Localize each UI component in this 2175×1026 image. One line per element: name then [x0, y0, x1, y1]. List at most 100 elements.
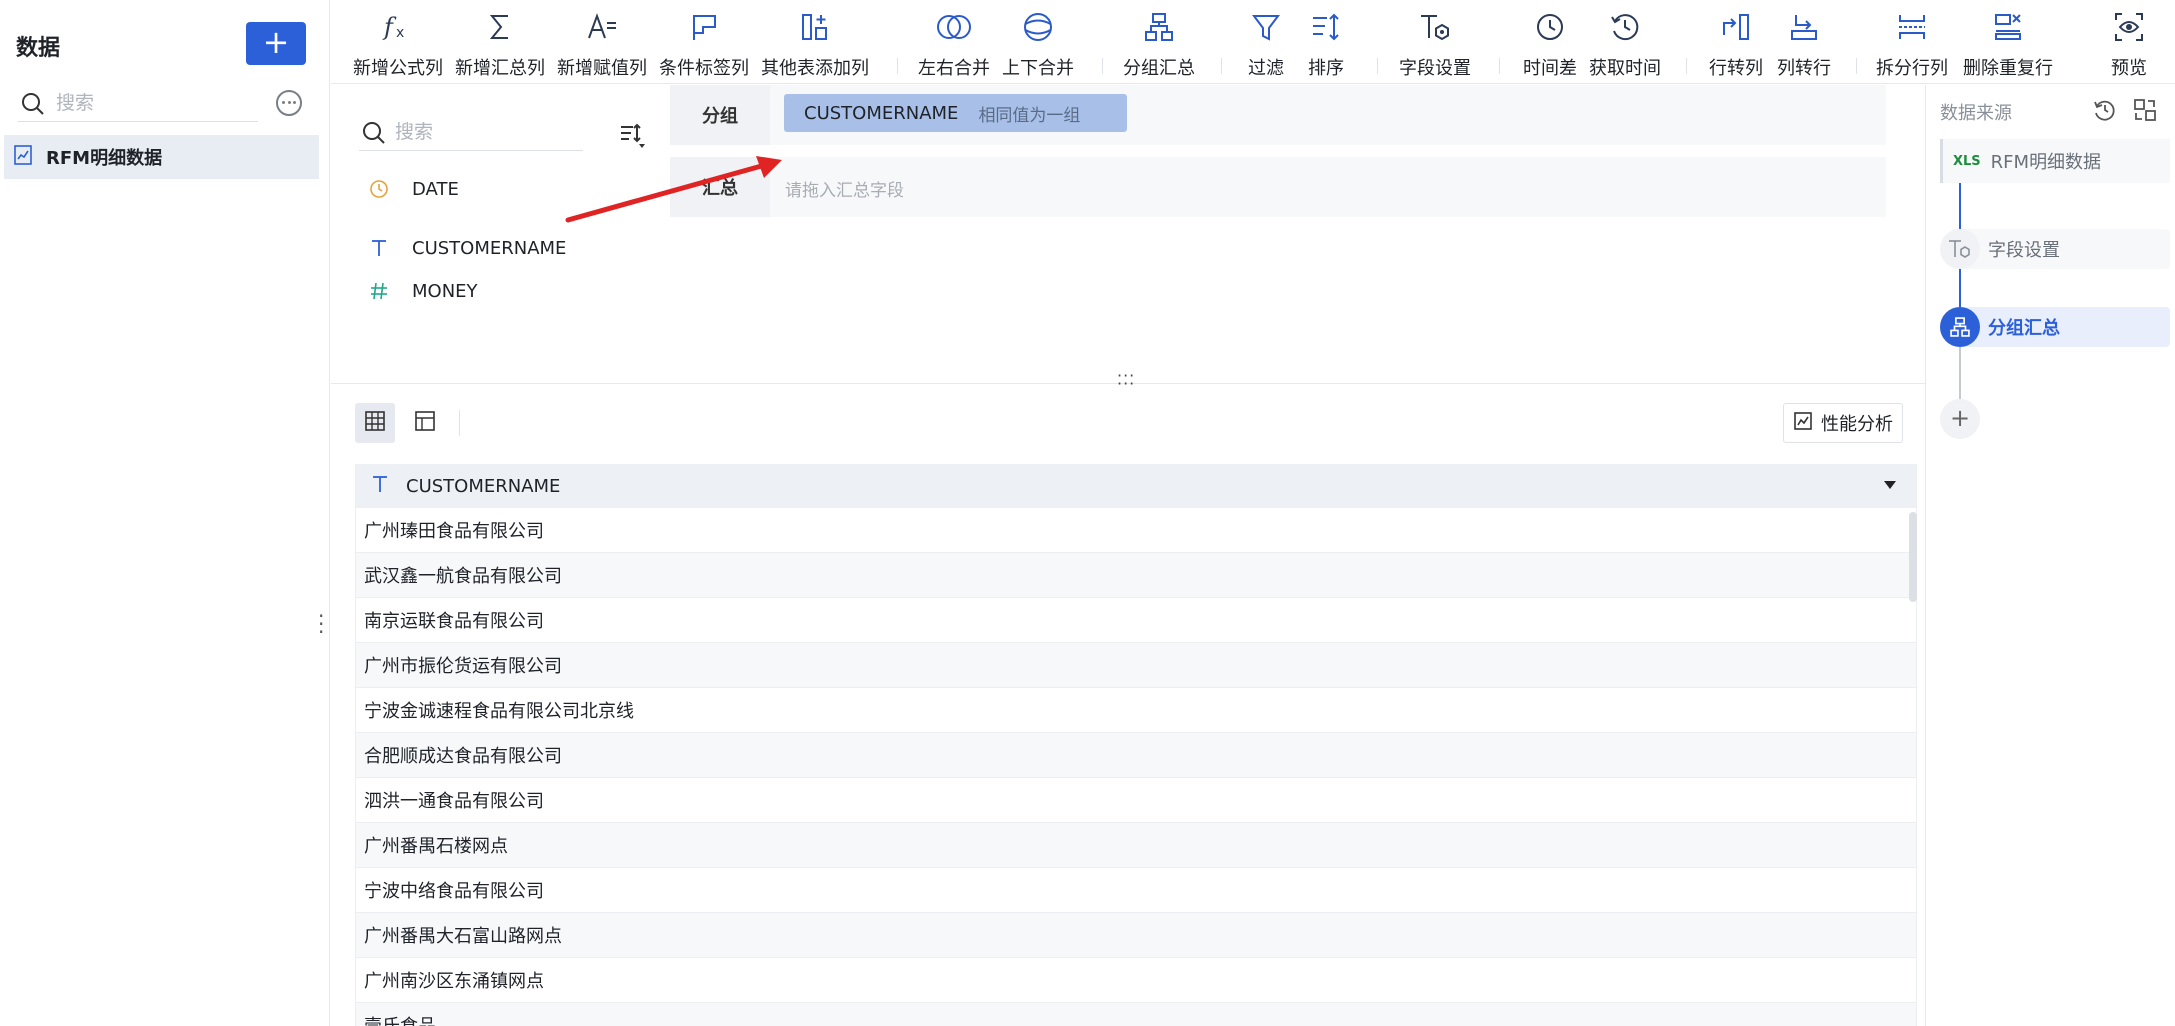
field-settings-icon [1418, 8, 1452, 46]
toolbar-get-time-button[interactable]: 获取时间 [1589, 8, 1661, 80]
assign-value-icon [586, 8, 618, 46]
column-to-row-icon [1788, 8, 1820, 46]
toolbar-dedupe-button[interactable]: 删除重复行 [1963, 8, 2053, 80]
group-zone-label: 分组 [670, 85, 770, 145]
column-dropdown-icon[interactable] [1884, 481, 1896, 489]
dataset-item-rfm[interactable]: RFM明细数据 [4, 135, 319, 179]
step-field-settings[interactable]: 字段设置 [1940, 229, 2170, 269]
toolbar-separator [1221, 58, 1222, 74]
step-connector [1959, 269, 1961, 307]
preview-table: CUSTOMERNAME 广州瑧田食品有限公司 武汉鑫一航食品有限公司 南京运联… [355, 464, 1917, 1026]
toolbar-separator [1499, 58, 1500, 74]
table-row: 壹氏食品 [356, 1003, 1916, 1026]
table-header: CUSTOMERNAME [356, 464, 1916, 508]
eye-icon [2113, 8, 2145, 46]
toolbar-formula-button[interactable]: fx 新增公式列 [353, 8, 443, 80]
field-sort-icon[interactable] [619, 123, 647, 153]
group-chip-field: CUSTOMERNAME [804, 102, 959, 124]
toolbar-ud-merge-button[interactable]: 上下合并 [1002, 8, 1074, 80]
toolbar-time-diff-button[interactable]: 时间差 [1523, 8, 1577, 80]
layout-switch-icon[interactable] [2132, 97, 2158, 127]
table-row: 广州番禺大石富山路网点 [356, 913, 1916, 958]
history-icon[interactable] [2092, 97, 2118, 127]
toolbar-row-to-col-button[interactable]: 行转列 [1709, 8, 1763, 80]
field-search [359, 115, 583, 151]
toolbar-field-settings-button[interactable]: 字段设置 [1399, 8, 1471, 80]
add-step-button[interactable]: + [1940, 399, 1980, 439]
toolbar-separator [1102, 58, 1103, 74]
clock-icon [367, 179, 391, 199]
field-item-customername[interactable]: CUSTOMERNAME [367, 233, 566, 263]
search-icon [20, 91, 46, 121]
svg-text:f: f [382, 13, 397, 41]
chart-image-icon [1793, 411, 1813, 436]
add-column-icon [799, 8, 831, 46]
table-row: 泗洪一通食品有限公司 [356, 778, 1916, 823]
row-to-column-icon [1720, 8, 1752, 46]
split-icon [1896, 8, 1928, 46]
filter-icon [1250, 8, 1282, 46]
svg-text:x: x [396, 25, 404, 41]
toolbar-group-summary-button[interactable]: 分组汇总 [1123, 8, 1195, 80]
splitter-drag-handle[interactable]: ··· ··· [1117, 368, 1135, 392]
xls-file-icon: XLS [1953, 153, 1981, 169]
up-down-merge-icon [1022, 8, 1054, 46]
more-options-icon[interactable] [276, 90, 302, 116]
data-panel: 数据 + RFM明细数据 ··· [0, 0, 330, 1026]
sigma-icon [484, 8, 516, 46]
steps-panel-title: 数据来源 [1940, 103, 2012, 124]
text-T-icon [367, 238, 391, 258]
toolbar-assign-button[interactable]: 新增赋值列 [557, 8, 647, 80]
toolbar-other-table-button[interactable]: 其他表添加列 [761, 8, 869, 80]
field-settings-icon [1940, 229, 1980, 269]
step-data-source[interactable]: XLS RFM明细数据 [1940, 139, 2170, 183]
flag-icon [688, 8, 720, 46]
table-row: 武汉鑫一航食品有限公司 [356, 553, 1916, 598]
toolbar-filter-button[interactable]: 过滤 [1248, 8, 1284, 80]
toolbar-lr-merge-button[interactable]: 左右合并 [918, 8, 990, 80]
toolbar-col-to-row-button[interactable]: 列转行 [1777, 8, 1831, 80]
data-search [18, 86, 258, 122]
data-panel-title: 数据 [16, 36, 61, 61]
formula-fx-icon: fx [382, 8, 414, 46]
group-chip-mode: 相同值为一组 [978, 105, 1081, 126]
table-row: 合肥顺成达食品有限公司 [356, 733, 1916, 778]
field-search-input[interactable] [395, 117, 575, 147]
toolbar-separator [897, 58, 898, 74]
steps-panel: 数据来源 XLS RFM明细数据 字段设置 分组汇总 + [1925, 85, 2175, 1026]
table-row: 广州南沙区东涌镇网点 [356, 958, 1916, 1003]
toolbar-preview-button[interactable]: 预览 [2111, 8, 2147, 80]
toolbar-tag-button[interactable]: 条件标签列 [659, 8, 749, 80]
clock-arrow-icon [1609, 8, 1641, 46]
toolbar-separator [1686, 58, 1687, 74]
view-separator [459, 410, 460, 436]
step-group-summary[interactable]: 分组汇总 [1940, 307, 2170, 347]
toolbar-sort-button[interactable]: 排序 [1308, 8, 1344, 80]
column-header-customername: CUSTOMERNAME [406, 475, 561, 497]
table-view-button[interactable] [355, 403, 395, 443]
toolbar: fx 新增公式列 新增汇总列 新增赋值列 条件标签列 其他表添加列 左右合并 上… [331, 0, 2175, 84]
field-item-money[interactable]: MONEY [367, 276, 478, 306]
table-row: 广州番禺石楼网点 [356, 823, 1916, 868]
data-search-input[interactable] [56, 88, 246, 118]
toolbar-separator [1856, 58, 1857, 74]
sort-icon [1310, 8, 1342, 46]
performance-analysis-button[interactable]: 性能分析 [1783, 403, 1903, 443]
group-summary-icon [1143, 8, 1175, 46]
drag-arrow-annotation [565, 156, 782, 223]
table-row: 宁波金诚速程食品有限公司北京线 [356, 688, 1916, 733]
source-name: RFM明细数据 [1990, 152, 2102, 173]
table-scrollbar[interactable] [1909, 512, 1917, 602]
panel-resize-handle[interactable]: · · · [318, 606, 324, 642]
pivot-view-button[interactable] [405, 403, 445, 443]
group-field-chip[interactable]: CUSTOMERNAME 相同值为一组 [784, 94, 1127, 132]
table-row: 宁波中络食品有限公司 [356, 868, 1916, 913]
group-summary-config: DATE CUSTOMERNAME MONEY 分组 CUSTOMERNAME … [331, 85, 1925, 385]
add-data-button[interactable]: + [246, 22, 306, 65]
table-row: 广州市振伦货运有限公司 [356, 643, 1916, 688]
summary-zone[interactable]: 汇总 请拖入汇总字段 [670, 157, 1886, 217]
group-zone[interactable]: 分组 CUSTOMERNAME 相同值为一组 [670, 85, 1886, 145]
toolbar-split-button[interactable]: 拆分行列 [1876, 8, 1948, 80]
toolbar-summary-button[interactable]: 新增汇总列 [455, 8, 545, 80]
field-item-date[interactable]: DATE [367, 174, 459, 204]
